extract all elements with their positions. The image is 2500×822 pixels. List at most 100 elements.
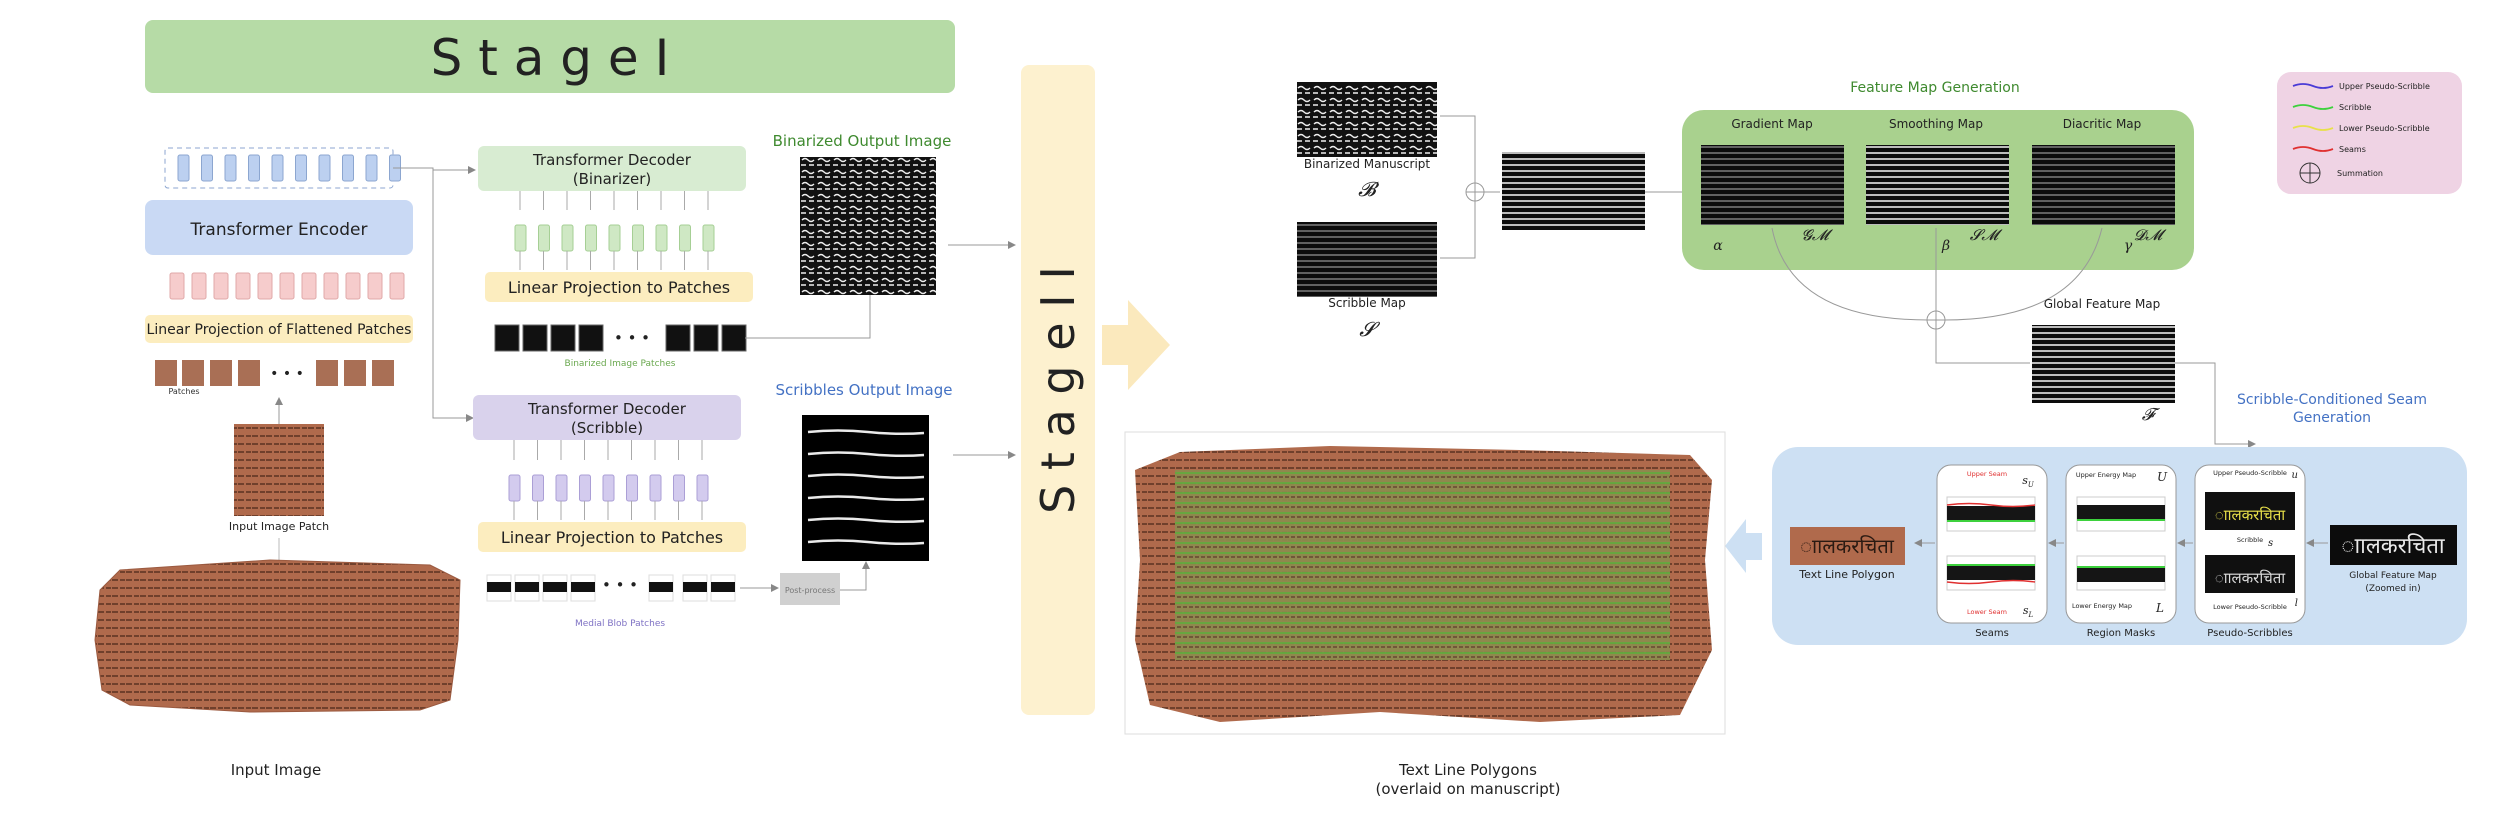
pseudo-scribbles-panel (2194, 464, 2306, 624)
input-image-patch-label: Input Image Patch (229, 520, 329, 533)
medial-blob-label: Medial Blob Patches (575, 619, 665, 629)
embedding-token (389, 272, 405, 300)
gfm-zoomed-l2: (Zoomed in) (2365, 584, 2420, 594)
binarizer-tokens (514, 191, 715, 270)
binarizer-token (632, 224, 644, 252)
scribble-token (532, 474, 544, 502)
input-patch (372, 360, 394, 386)
encoder-token (342, 154, 354, 182)
sym-gamma: γ (2124, 238, 2133, 254)
encoder-token (365, 154, 378, 182)
seam-gen-l1: Scribble-Conditioned Seam (2237, 392, 2427, 408)
linear-proj-binarizer-label: Linear Projection to Patches (508, 278, 730, 297)
legend-summation-label: Summation (2337, 169, 2383, 178)
sym-F: 𝓕 (2142, 405, 2161, 425)
decoder-binarizer-l2: (Binarizer) (573, 170, 651, 188)
output-arrow (1725, 519, 1762, 573)
sym-L: L (2155, 601, 2164, 615)
encoder-token (201, 154, 213, 182)
binarized-patch (693, 324, 719, 352)
binarized-output-image (800, 157, 936, 295)
gfm-zoomed-l1: Global Feature Map (2349, 571, 2437, 581)
gradient-map-label: Gradient Map (1731, 117, 1812, 131)
input-image-patch (234, 424, 324, 516)
lower-energy-label: Lower Energy Map (2072, 602, 2132, 610)
diacritic-map-label: Diacritic Map (2063, 117, 2142, 131)
legend-item-label: Seams (2339, 145, 2366, 154)
scribble-token (508, 474, 521, 502)
patches-dots: • • • (270, 366, 304, 382)
scribble-token (555, 474, 568, 502)
lower-seam-label: Lower Seam (1967, 608, 2007, 616)
medial-dots: • • • (602, 576, 638, 594)
binarized-patch (550, 324, 576, 352)
input-patch (182, 360, 204, 386)
sym-B: 𝓑 (1358, 177, 1380, 201)
legend-item-label: Scribble (2339, 103, 2371, 112)
binarized-patches-label: Binarized Image Patches (565, 359, 676, 369)
medial-blob-mark (571, 582, 595, 592)
binarizer-token (561, 224, 574, 252)
decoder-scribble-l2: (Scribble) (571, 419, 643, 437)
embedding-token (323, 272, 339, 300)
text-line-polygons-l2: (overlaid on manuscript) (1375, 780, 1560, 798)
scribble-tokens (508, 440, 709, 520)
sym-l: l (2295, 598, 2298, 609)
global-feature-map-image (2032, 325, 2175, 403)
sym-S: 𝓢 (1359, 317, 1380, 341)
binarized-patch (665, 324, 691, 352)
gradient-map-image (1701, 145, 1844, 225)
decoder-scribble-l1: Transformer Decoder (527, 400, 687, 418)
upper-energy-label: Upper Energy Map (2076, 471, 2136, 479)
region-masks-label: Region Masks (2087, 628, 2155, 639)
medial-blob-mark (543, 582, 567, 592)
embedding-token (257, 272, 273, 300)
scribbles-output-image (802, 415, 929, 561)
binarized-patch (578, 324, 604, 352)
scribbles-output-label: Scribbles Output Image (776, 381, 953, 399)
combined-map-image (1502, 152, 1645, 230)
scribble-map-label: Scribble Map (1328, 296, 1406, 310)
linear-proj-scribble-label: Linear Projection to Patches (501, 528, 723, 547)
binarizer-token (538, 224, 550, 252)
transformer-encoder-label: Transformer Encoder (190, 220, 368, 240)
binarized-manuscript-image (1297, 82, 1437, 157)
medial-blob-mark (711, 582, 735, 592)
encoder-token (318, 154, 331, 182)
input-patch (344, 360, 366, 386)
pseudo-scribbles-label: Pseudo-Scribbles (2207, 628, 2292, 639)
binarizer-token (702, 224, 715, 252)
binarized-manuscript-label: Binarized Manuscript (1304, 157, 1431, 171)
upper-seam-label: Upper Seam (1967, 470, 2007, 478)
embedding-token (301, 272, 317, 300)
scribble-token (626, 474, 638, 502)
sym-sl-sub: L (2028, 611, 2034, 619)
legend-item-label: Upper Pseudo-Scribble (2339, 82, 2430, 91)
gfm-zoomed-script: ाालकरचिता (2341, 533, 2444, 559)
embedding-tokens (169, 272, 405, 300)
binarizer-token (655, 224, 668, 252)
binarizer-token (608, 224, 621, 252)
embedding-token (367, 272, 383, 300)
scribble-inner-label: Scribble (2237, 536, 2263, 544)
diacritic-map-image (2032, 145, 2175, 225)
binarized-patch (494, 324, 520, 352)
pseudo-upper-script: ाालकरचिता (2215, 506, 2286, 524)
binarized-dots: • • • (614, 329, 650, 347)
medial-blob-mark (487, 582, 511, 592)
embedding-token (213, 272, 229, 300)
seam-gen-l2: Generation (2293, 410, 2371, 426)
encoder-tokens (177, 154, 401, 182)
binarized-patch (522, 324, 548, 352)
stage-transition-arrow (1102, 300, 1170, 390)
global-feature-map-label: Global Feature Map (2044, 297, 2161, 311)
binarizer-token (679, 224, 691, 252)
embedding-token (235, 272, 251, 300)
embedding-token (169, 272, 185, 300)
binarizer-token (514, 224, 527, 252)
encoder-token (271, 154, 284, 182)
input-patch (238, 360, 260, 386)
sym-alpha: α (1713, 238, 1723, 254)
input-patch (155, 360, 177, 386)
embedding-token (191, 272, 207, 300)
